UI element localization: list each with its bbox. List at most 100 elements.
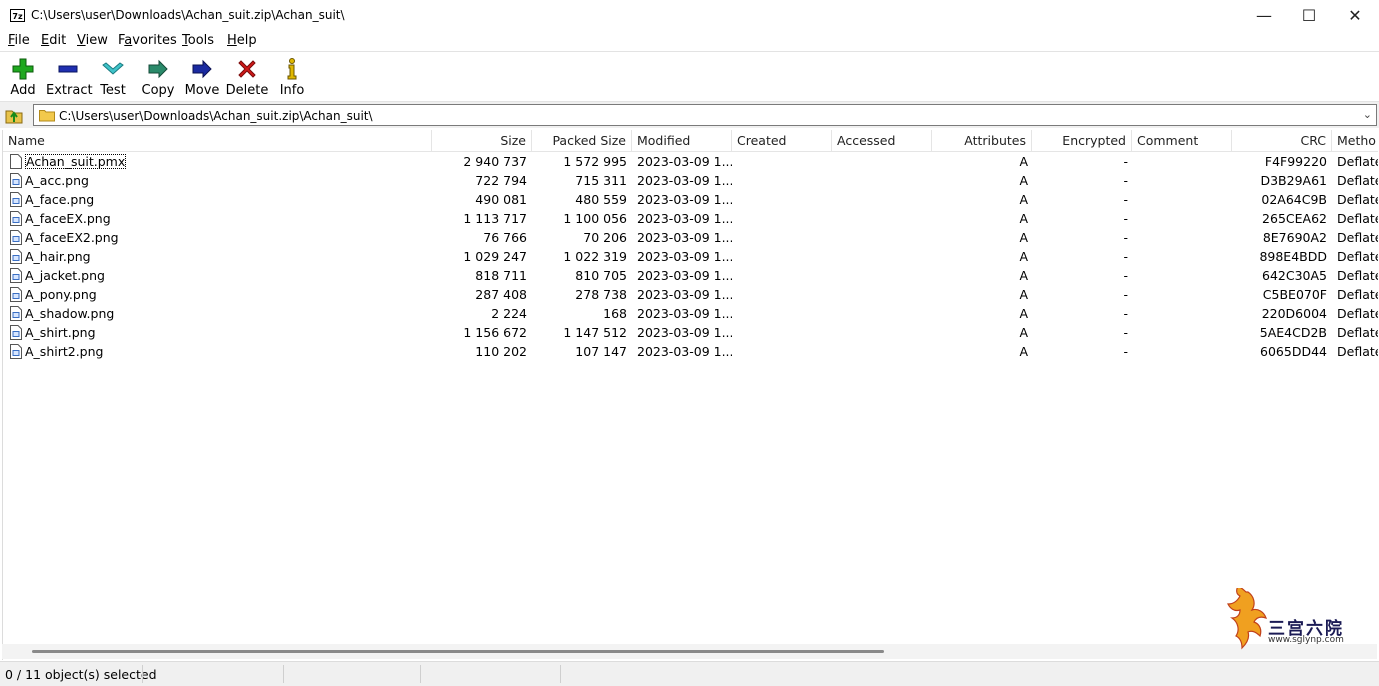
file-size: 818 711	[475, 268, 527, 283]
file-size: 76 766	[483, 230, 527, 245]
file-size: 2 224	[491, 306, 527, 321]
file-modified: 2023-03-09 1...	[637, 230, 732, 245]
table-row[interactable]: Achan_suit.pmx 2 940 737 1 572 995 2023-03-…	[3, 152, 1378, 171]
file-attributes: A	[1019, 287, 1028, 302]
column-encrypted[interactable]: Encrypted	[1032, 130, 1132, 151]
menu-edit-label: dit	[49, 33, 67, 48]
column-size[interactable]: Size	[432, 130, 532, 151]
file-size: 1 029 247	[463, 249, 527, 264]
file-name: A_shirt.png	[25, 325, 96, 340]
file-method: Deflate	[1337, 230, 1378, 245]
close-button[interactable]: ✕	[1332, 0, 1378, 31]
menu-help-label: elp	[236, 33, 257, 48]
column-method[interactable]: Metho	[1332, 130, 1378, 151]
info-i-icon	[287, 58, 297, 80]
file-attributes: A	[1019, 154, 1028, 169]
column-crc[interactable]: CRC	[1232, 130, 1332, 151]
status-divider	[142, 665, 143, 683]
file-modified: 2023-03-09 1...	[637, 344, 732, 359]
column-name[interactable]: Name	[3, 130, 432, 151]
column-attributes[interactable]: Attributes	[932, 130, 1032, 151]
file-encrypted: -	[1123, 173, 1128, 188]
table-row[interactable]: A_acc.png 722 794 715 311 2023-03-09 1... A -…	[3, 171, 1378, 190]
file-packed-size: 278 738	[575, 287, 627, 302]
add-button[interactable]: Add	[1, 54, 45, 98]
file-name: Achan_suit.pmx	[3, 152, 432, 171]
menu-edit-accel: E	[41, 33, 50, 48]
column-comment[interactable]: Comment	[1132, 130, 1232, 151]
column-accessed[interactable]: Accessed	[832, 130, 932, 151]
column-created[interactable]: Created	[732, 130, 832, 151]
file-method: Deflate	[1337, 173, 1378, 188]
table-row[interactable]: A_jacket.png 818 711 810 705 2023-03-09 1..…	[3, 266, 1378, 285]
file-method: Deflate	[1337, 287, 1378, 302]
delete-label: Delete	[225, 83, 269, 98]
table-row[interactable]: A_shadow.png 2 224 168 2023-03-09 1... A - 220…	[3, 304, 1378, 323]
file-attributes: A	[1019, 306, 1028, 321]
file-method: Deflate	[1337, 325, 1378, 340]
file-name: A_hair.png	[25, 249, 91, 264]
table-row[interactable]: A_shirt2.png 110 202 107 147 2023-03-09 1..…	[3, 342, 1378, 361]
menu-file[interactable]: File	[8, 33, 30, 48]
file-modified: 2023-03-09 1...	[637, 154, 732, 169]
table-row[interactable]: A_faceEX2.png 76 766 70 206 2023-03-09 1...…	[3, 228, 1378, 247]
extract-label: Extract	[46, 83, 93, 98]
status-divider	[283, 665, 284, 683]
file-encrypted: -	[1123, 268, 1128, 283]
menu-help[interactable]: Help	[227, 33, 257, 48]
file-method: Deflate	[1337, 154, 1378, 169]
table-row[interactable]: A_hair.png 1 029 247 1 022 319 2023-03-09 1…	[3, 247, 1378, 266]
scrollbar-thumb[interactable]	[32, 650, 884, 653]
file-size: 2 940 737	[463, 154, 527, 169]
menu-favorites[interactable]: Favorites	[118, 33, 177, 48]
copy-label: Copy	[141, 83, 175, 98]
file-packed-size: 107 147	[575, 344, 627, 359]
column-modified[interactable]: Modified	[632, 130, 732, 151]
file-list: Name Size Packed Size Modified Created A…	[2, 130, 1378, 660]
status-bar: 0 / 11 object(s) selected	[0, 661, 1379, 686]
file-crc: F4F99220	[1264, 154, 1327, 169]
file-crc: 265CEA62	[1262, 211, 1327, 226]
menu-file-label: ile	[14, 33, 30, 48]
file-attributes: A	[1019, 230, 1028, 245]
folder-icon	[39, 110, 55, 122]
maximize-button[interactable]: ☐	[1286, 0, 1332, 31]
menu-tools[interactable]: Tools	[182, 33, 214, 48]
file-size: 490 081	[475, 192, 527, 207]
extract-button[interactable]: Extract	[46, 54, 93, 98]
file-packed-size: 480 559	[575, 192, 627, 207]
title-bar: 7z C:\Users\user\Downloads\Achan_suit.zi…	[0, 0, 1379, 31]
table-row[interactable]: A_pony.png 287 408 278 738 2023-03-09 1... A…	[3, 285, 1378, 304]
delete-button[interactable]: Delete	[225, 54, 269, 98]
test-button[interactable]: Test	[91, 54, 135, 98]
delete-x-icon	[238, 60, 256, 78]
minimize-button[interactable]: —	[1241, 0, 1287, 31]
horizontal-scrollbar[interactable]	[2, 644, 1377, 659]
copy-button[interactable]: Copy	[136, 54, 180, 98]
file-size: 110 202	[475, 344, 527, 359]
file-name: A_pony.png	[25, 287, 97, 302]
chevron-down-icon[interactable]: ⌄	[1363, 108, 1372, 121]
file-method: Deflate	[1337, 192, 1378, 207]
file-crc: 6065DD44	[1260, 344, 1327, 359]
file-encrypted: -	[1123, 249, 1128, 264]
column-packed-size[interactable]: Packed Size	[532, 130, 632, 151]
menu-tools-label: ools	[187, 33, 215, 48]
table-row[interactable]: A_face.png 490 081 480 559 2023-03-09 1... A…	[3, 190, 1378, 209]
menu-bar: File Edit View Favorites Tools Help	[0, 31, 1379, 51]
file-crc: 642C30A5	[1262, 268, 1327, 283]
address-field[interactable]: C:\Users\user\Downloads\Achan_suit.zip\A…	[33, 104, 1377, 126]
info-label: Info	[279, 83, 305, 98]
file-attributes: A	[1019, 344, 1028, 359]
menu-edit[interactable]: Edit	[41, 33, 66, 48]
file-method: Deflate	[1337, 268, 1378, 283]
up-folder-button[interactable]	[4, 105, 26, 125]
info-button[interactable]: Info	[270, 54, 314, 98]
table-row[interactable]: A_shirt.png 1 156 672 1 147 512 2023-03-09 …	[3, 323, 1378, 342]
menu-view[interactable]: View	[77, 33, 108, 48]
move-button[interactable]: Move	[180, 54, 224, 98]
file-modified: 2023-03-09 1...	[637, 306, 732, 321]
file-name: A_jacket.png	[25, 268, 105, 283]
table-row[interactable]: A_faceEX.png 1 113 717 1 100 056 2023-03-09…	[3, 209, 1378, 228]
file-packed-size: 715 311	[575, 173, 627, 188]
